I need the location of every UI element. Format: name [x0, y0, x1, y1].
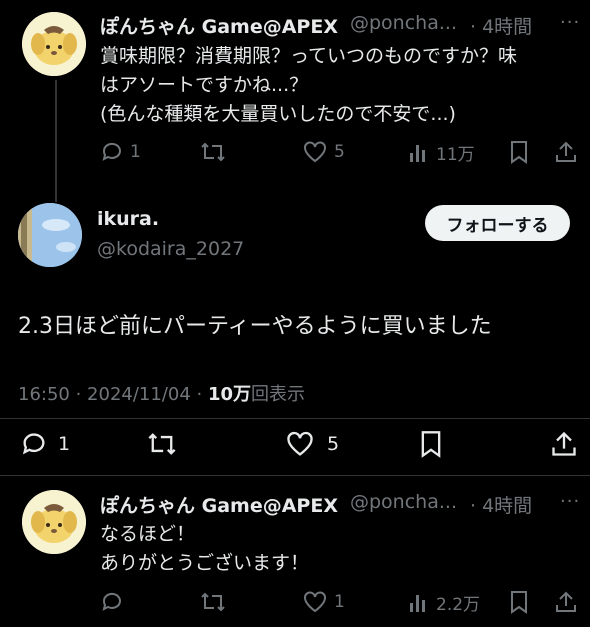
reply-button[interactable]: 1: [100, 140, 141, 164]
share-icon: [554, 590, 578, 614]
thread-line: [55, 80, 57, 202]
retweet-button[interactable]: [200, 140, 226, 164]
views-icon: [408, 591, 430, 615]
avatar[interactable]: [18, 203, 82, 267]
like-count: 5: [334, 142, 345, 162]
reply-icon: [20, 430, 48, 458]
like-icon: [285, 430, 315, 458]
display-name[interactable]: ikura.: [97, 208, 159, 230]
divider: [0, 418, 590, 419]
reply-button[interactable]: 1: [20, 430, 70, 458]
tweet-text: なるほど！ ありがとうございます！: [100, 523, 310, 574]
bookmark-button[interactable]: [508, 140, 530, 164]
timestamp[interactable]: · 4時間: [470, 491, 532, 518]
views-count: 2.2万: [436, 595, 481, 615]
bookmark-button[interactable]: [418, 430, 444, 458]
reply-icon: [100, 590, 124, 614]
avatar[interactable]: [22, 12, 86, 76]
reply-icon: [100, 140, 124, 164]
views-button[interactable]: 11万: [408, 140, 475, 165]
views-button[interactable]: 2.2万: [408, 590, 480, 615]
tweet-timestamp: 16:50 · 2024/11/04 · 10万回表示: [18, 380, 305, 406]
reply-count: 1: [58, 433, 71, 455]
divider: [0, 475, 590, 476]
reply-count: 1: [130, 142, 141, 162]
retweet-button[interactable]: [147, 430, 177, 458]
share-icon: [554, 140, 578, 164]
like-button[interactable]: 1: [302, 590, 345, 614]
more-icon[interactable]: ···: [560, 12, 580, 33]
like-icon: [302, 590, 328, 614]
share-icon: [550, 430, 578, 458]
like-icon: [302, 140, 328, 164]
handle[interactable]: @kodaira_2027: [97, 238, 244, 260]
like-button[interactable]: 5: [285, 430, 339, 458]
bookmark-icon: [418, 430, 444, 458]
display-name[interactable]: ぽんちゃん Game@APEX: [100, 12, 338, 39]
bookmark-icon: [508, 590, 530, 614]
like-count: 1: [334, 592, 345, 612]
retweet-button[interactable]: [200, 590, 226, 614]
views-count: 11万: [436, 145, 475, 165]
follow-button[interactable]: フォローする: [425, 205, 570, 241]
tweet-text: 2.3日ほど前にパーティーやるように買いました: [18, 314, 492, 339]
retweet-icon: [147, 430, 177, 458]
display-name[interactable]: ぽんちゃん Game@APEX: [100, 491, 338, 518]
bookmark-button[interactable]: [508, 590, 530, 614]
share-button[interactable]: [550, 430, 578, 458]
timestamp[interactable]: · 4時間: [470, 12, 532, 39]
like-count: 5: [327, 433, 340, 455]
share-button[interactable]: [554, 140, 578, 164]
view-label: 回表示: [251, 384, 306, 405]
more-icon[interactable]: ···: [560, 491, 580, 512]
like-button[interactable]: 5: [302, 140, 345, 164]
retweet-icon: [200, 140, 226, 164]
tweet-text: 賞味期限？消費期限？っていつのものですか？味 はアソートですかね...？ (色ん…: [100, 45, 518, 125]
bookmark-icon: [508, 140, 530, 164]
handle[interactable]: @poncha...: [350, 12, 457, 34]
time-date[interactable]: 16:50 · 2024/11/04 ·: [18, 384, 208, 405]
avatar[interactable]: [22, 490, 86, 554]
share-button[interactable]: [554, 590, 578, 614]
views-icon: [408, 141, 430, 165]
view-count: 10万: [207, 384, 252, 405]
reply-button[interactable]: [100, 590, 124, 614]
handle[interactable]: @poncha...: [350, 491, 457, 513]
retweet-icon: [200, 590, 226, 614]
